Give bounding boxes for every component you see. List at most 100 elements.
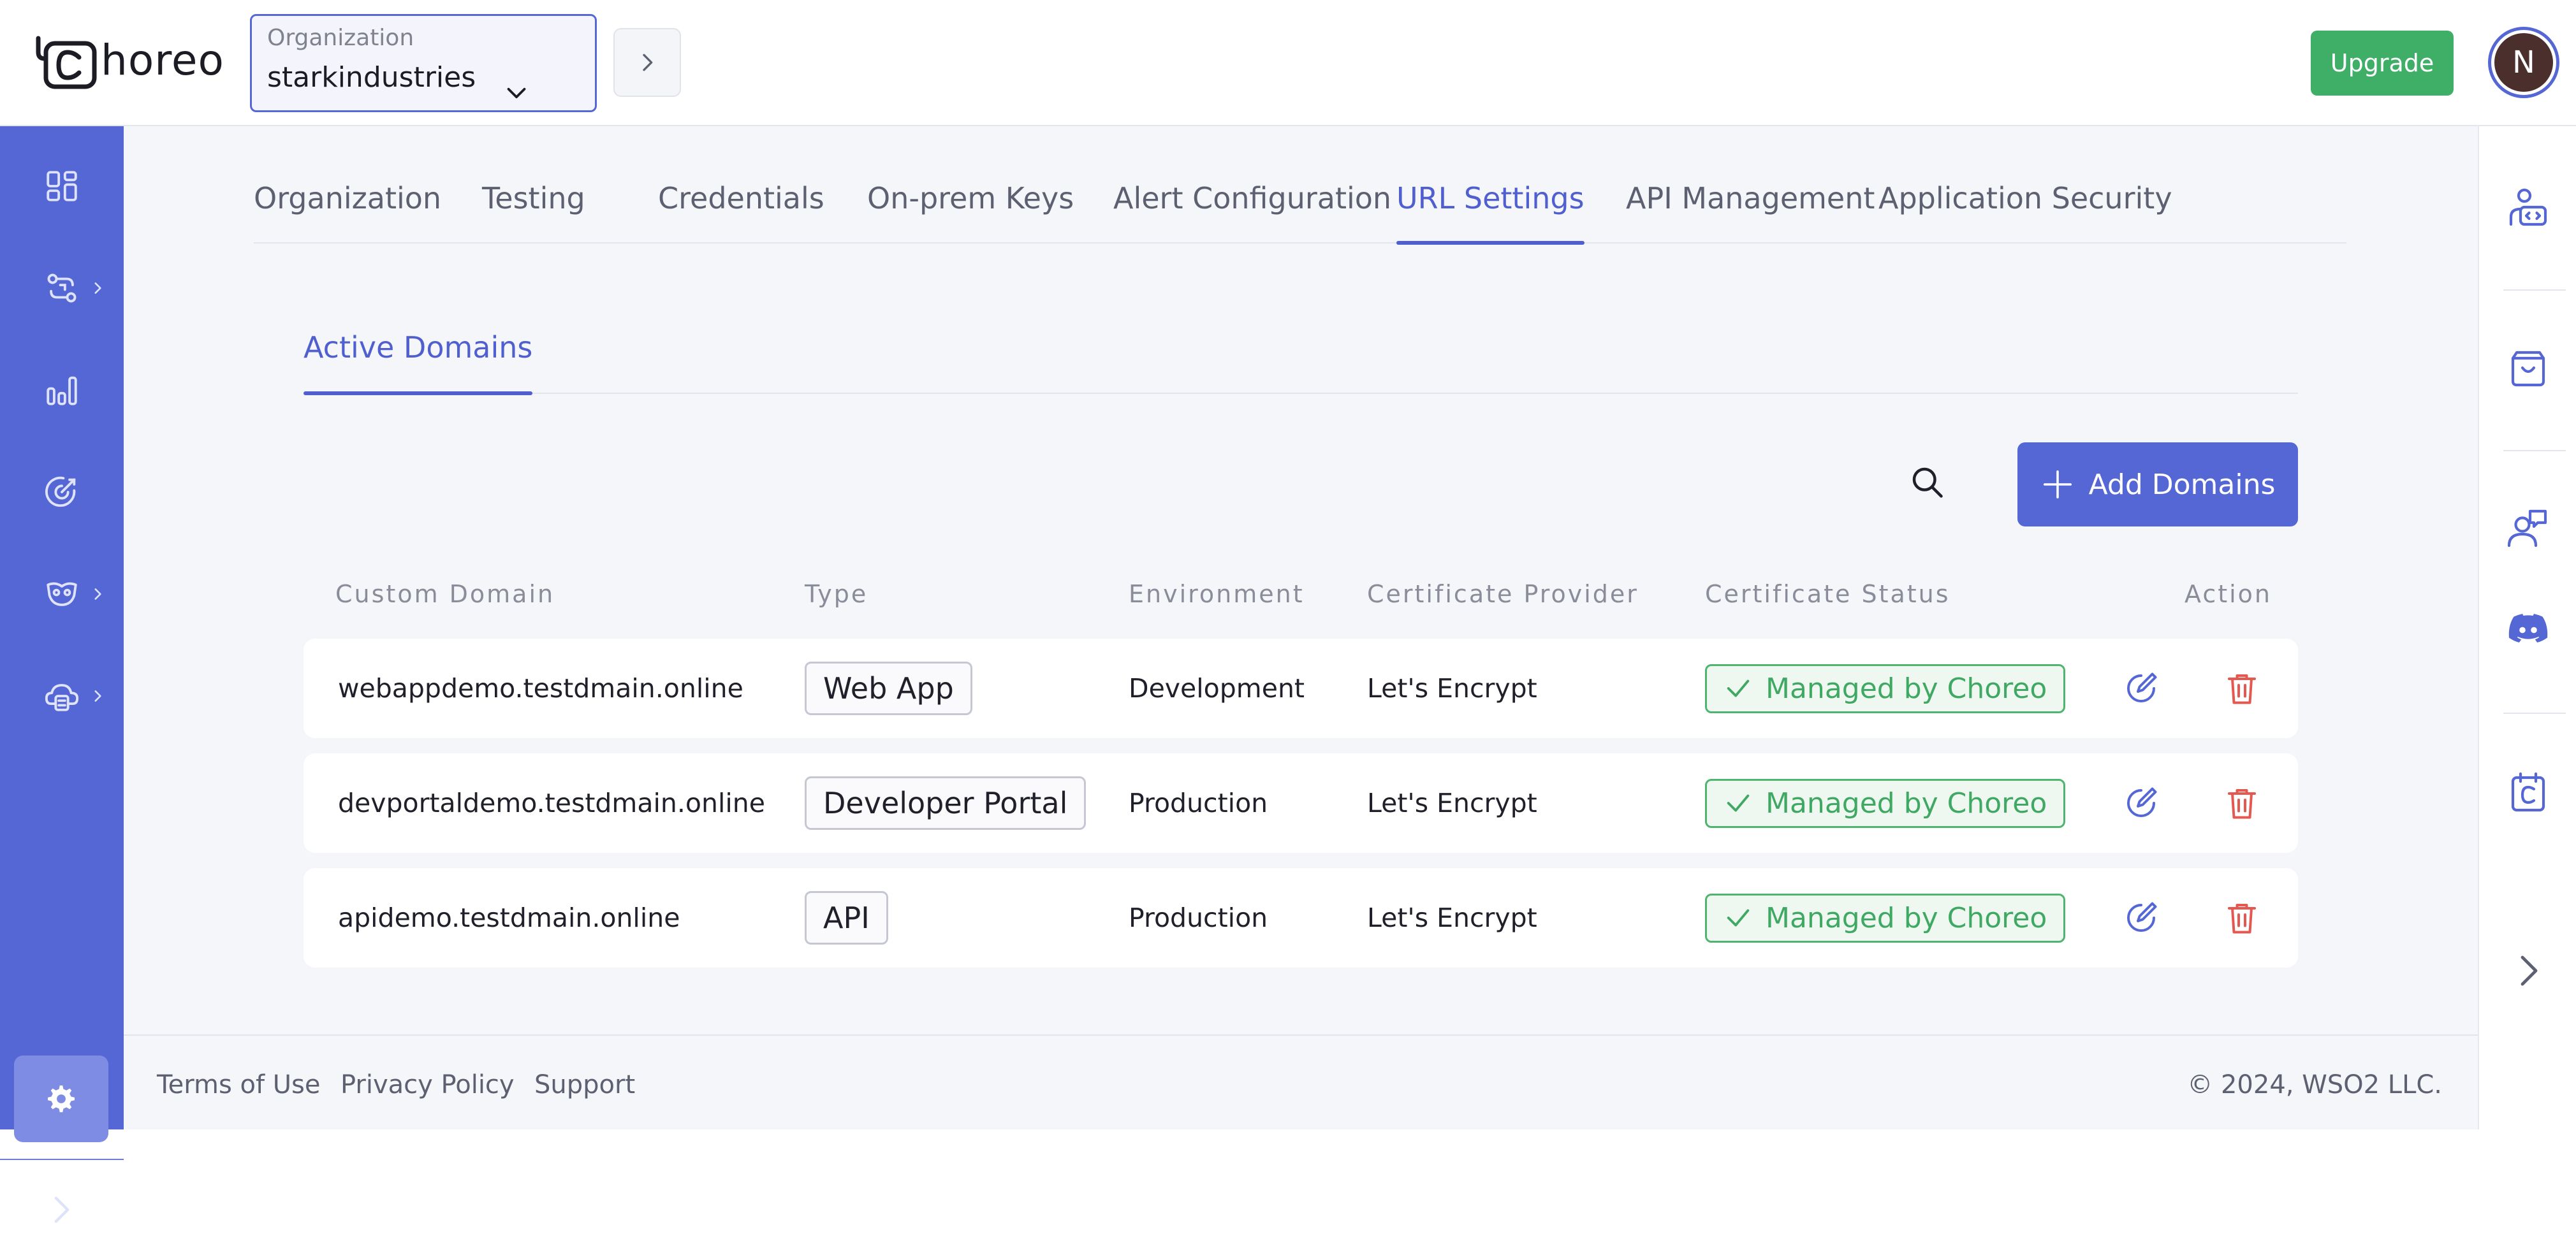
edit-icon [2127,787,2157,817]
tab-organization[interactable]: Organization [254,181,441,243]
chevron-right-icon [94,282,101,294]
analytics-icon [47,376,77,405]
provider-cell: Let's Encrypt [1367,788,1537,818]
table-row: apidemo.testdmain.online API Production … [304,868,2298,968]
edit-icon [2127,672,2157,702]
column-header-type: Type [805,580,868,608]
gear-icon [47,1085,75,1113]
sidebar-divider [0,1159,124,1160]
check-icon [1727,909,1750,927]
choreo-logo[interactable]: horeo [29,33,224,91]
sidebar-item-deployment[interactable] [0,658,124,734]
column-header-action: Action [2184,580,2272,608]
logo-text: horeo [101,35,224,85]
sidebar-item-overview[interactable] [0,148,124,224]
target-icon [45,476,76,507]
type-chip: Web App [805,662,972,715]
tab-application-security[interactable]: Application Security [1878,181,2172,243]
delete-button[interactable] [2221,668,2262,709]
organization-next-button[interactable] [613,28,681,97]
rail-expand-button[interactable] [2503,946,2553,996]
trash-icon [2228,789,2256,819]
chevron-right-icon [94,588,101,600]
avatar-initial: N [2494,33,2553,92]
url-settings-subtabs: Active Domains [304,330,2298,395]
search-icon [1912,467,1943,498]
rail-divider [2503,450,2566,451]
sidebar-expand-button[interactable] [0,1172,124,1248]
status-cell: Managed by Choreo [1705,639,2066,738]
choreo-logo-mark-icon [36,36,97,89]
edit-icon [2127,902,2157,932]
organization-selector[interactable]: Organization starkindustries [250,14,597,112]
chevron-right-icon [643,54,653,71]
tab-url-settings[interactable]: URL Settings [1396,181,1584,245]
organization-value: starkindustries [267,61,476,94]
column-header-environment: Environment [1129,580,1305,608]
status-badge: Managed by Choreo [1705,893,2066,943]
rail-item-docs[interactable] [2503,766,2553,816]
rail-item-marketplace[interactable] [2503,343,2553,393]
sidebar-item-integrations[interactable] [0,250,124,326]
table-row: devportaldemo.testdmain.online Developer… [304,753,2298,853]
action-cell [2221,639,2262,738]
action-cell [2221,753,2262,853]
edit-button[interactable] [2121,783,2162,824]
type-cell: Developer Portal [805,753,1087,853]
support-link[interactable]: Support [534,1070,635,1099]
integrations-icon [47,273,77,303]
tab-api-management[interactable]: API Management [1626,181,1875,243]
edit-button[interactable] [2121,897,2162,938]
rail-item-devant[interactable] [2503,182,2553,232]
tab-active-domains[interactable]: Active Domains [304,330,533,395]
action-cell [2221,868,2262,968]
search-button[interactable] [1904,459,1950,505]
support-chat-icon [2507,509,2547,548]
column-header-certificate-provider: Certificate Provider [1367,580,1639,608]
plus-icon [2043,470,2072,499]
domains-table-header: Custom Domain Type Environment Certifica… [304,580,2298,618]
delete-button[interactable] [2221,897,2262,938]
rail-item-discord[interactable] [2503,604,2553,654]
tab-credentials[interactable]: Credentials [658,181,824,243]
add-domains-button[interactable]: Add Domains [2017,442,2298,526]
sidebar-item-devops[interactable] [0,556,124,632]
environment-cell: Production [1129,903,1268,933]
right-rail [2478,126,2576,1129]
rail-divider [2503,713,2566,714]
provider-cell: Let's Encrypt [1367,673,1537,704]
status-cell: Managed by Choreo [1705,753,2066,853]
tab-testing[interactable]: Testing [482,181,585,243]
status-text: Managed by Choreo [1766,901,2047,934]
tab-alert-configuration[interactable]: Alert Configuration [1113,181,1391,243]
chevron-down-icon [507,87,526,99]
cloud-deploy-icon [45,684,79,711]
upgrade-button[interactable]: Upgrade [2311,31,2454,96]
trash-icon [2228,674,2256,704]
domain-cell: devportaldemo.testdmain.online [338,788,765,818]
user-avatar[interactable]: N [2488,27,2559,98]
tab-on-prem-keys[interactable]: On-prem Keys [867,181,1074,243]
user-code-icon [2509,188,2547,226]
marketplace-icon [2511,351,2545,387]
left-sidebar [0,126,124,1223]
chevron-right-icon [54,1196,70,1223]
rail-item-support[interactable] [2503,504,2553,553]
status-text: Managed by Choreo [1766,787,2047,820]
type-chip: Developer Portal [805,776,1087,830]
discord-icon [2508,614,2548,642]
sidebar-item-observability[interactable] [0,454,124,530]
edit-button[interactable] [2121,668,2162,709]
check-icon [1727,679,1750,697]
terms-of-use-link[interactable]: Terms of Use [157,1070,321,1099]
grid-icon [47,171,77,201]
status-cell: Managed by Choreo [1705,868,2066,968]
type-cell: Web App [805,639,972,738]
privacy-policy-link[interactable]: Privacy Policy [340,1070,515,1099]
choreo-docs-icon [2511,772,2545,812]
status-text: Managed by Choreo [1766,672,2047,705]
type-chip: API [805,891,888,945]
delete-button[interactable] [2221,783,2262,824]
provider-cell: Let's Encrypt [1367,903,1537,933]
sidebar-item-analytics[interactable] [0,352,124,428]
